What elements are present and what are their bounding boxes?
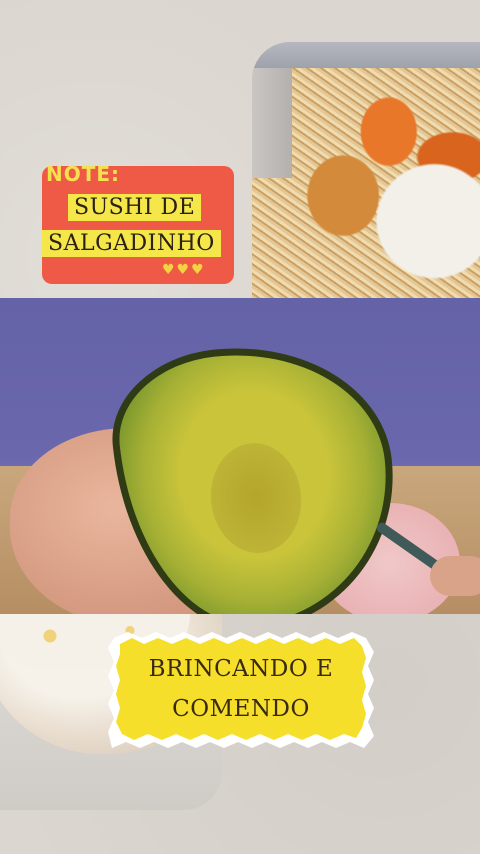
caption-line-1: BRINCANDO E — [148, 656, 334, 682]
hearts-icon: ♥♥♥ — [162, 262, 206, 278]
title-line-2: SALGADINHO — [42, 230, 221, 257]
note-label: NOTE: — [46, 162, 121, 186]
burst-shape-icon — [108, 632, 374, 748]
title-sticker: NOTE: SUSHI DE SALGADINHO ♥♥♥ — [40, 162, 236, 286]
caption-line-2: COMENDO — [172, 696, 310, 722]
title-line-1: SUSHI DE — [68, 194, 202, 221]
avocado-photo — [0, 298, 480, 614]
snack-rice-photo — [252, 42, 480, 298]
finger — [430, 556, 480, 596]
caption-sticker: BRINCANDO E COMENDO — [108, 632, 374, 748]
